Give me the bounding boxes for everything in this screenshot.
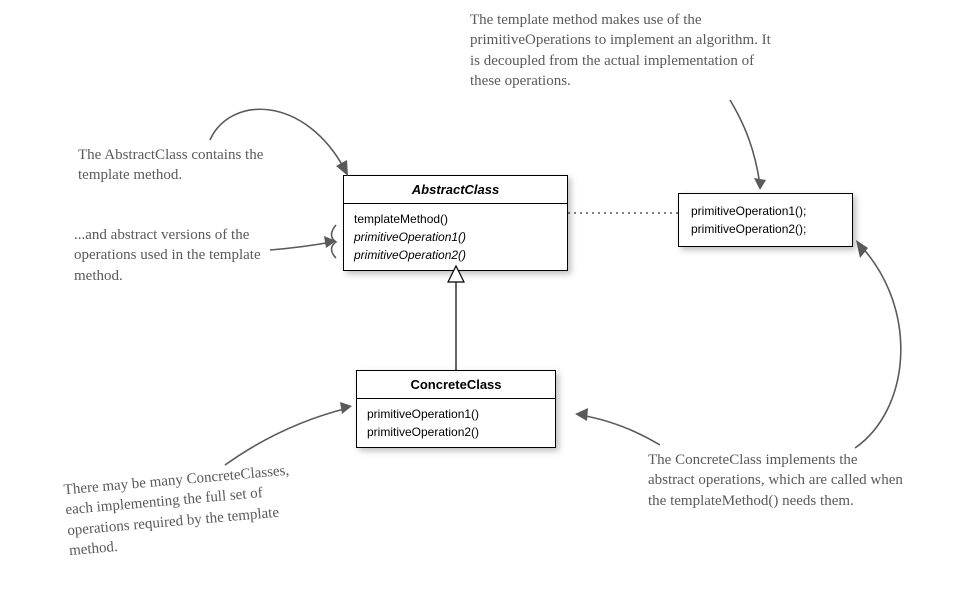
concrete-class-body: primitiveOperation1() primitiveOperation…	[357, 399, 555, 447]
concrete-class-method: primitiveOperation1()	[367, 405, 545, 423]
annotation-bottom-right: The ConcreteClass implements the abstrac…	[648, 450, 903, 511]
abstract-class-body: templateMethod() primitiveOperation1() p…	[344, 204, 567, 270]
annotation-left-2: ...and abstract versions of the operatio…	[74, 225, 299, 286]
concrete-class-title: ConcreteClass	[357, 371, 555, 399]
annotation-bottom-left: There may be many ConcreteClasses, each …	[63, 460, 304, 561]
annotation-arrow-bottomright-note-icon	[855, 245, 901, 448]
annotation-arrow-bottomright-concrete-icon	[580, 415, 660, 445]
concrete-class-method: primitiveOperation2()	[367, 423, 545, 441]
abstract-class-method: primitiveOperation1()	[354, 228, 557, 246]
note-line: primitiveOperation1();	[691, 202, 840, 220]
annotation-arrow-top-icon	[730, 100, 760, 185]
template-method-note: primitiveOperation1(); primitiveOperatio…	[678, 193, 853, 247]
abstract-class-method: templateMethod()	[354, 210, 557, 228]
annotation-arrow-bottomleft-icon	[225, 408, 348, 465]
annotation-left-1: The AbstractClass contains the template …	[78, 145, 288, 186]
abstract-class-method: primitiveOperation2()	[354, 246, 557, 264]
annotation-top: The template method makes use of the pri…	[470, 10, 780, 91]
brace-icon	[332, 225, 337, 258]
note-line: primitiveOperation2();	[691, 220, 840, 238]
concrete-class-box: ConcreteClass primitiveOperation1() prim…	[356, 370, 556, 448]
abstract-class-title: AbstractClass	[344, 176, 567, 204]
abstract-class-box: AbstractClass templateMethod() primitive…	[343, 175, 568, 271]
